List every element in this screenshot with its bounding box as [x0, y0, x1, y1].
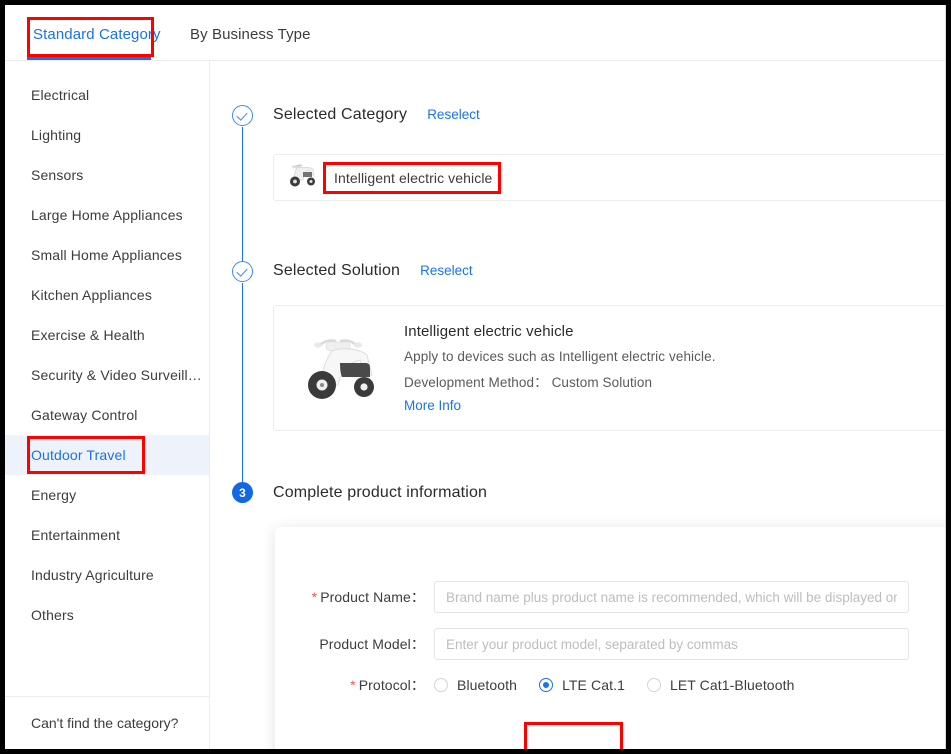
tab-standard-category[interactable]: Standard Category: [33, 25, 161, 45]
sidebar-item-large-home-appliances[interactable]: Large Home Appliances: [5, 195, 209, 235]
main-content: Selected Category Reselect Intelligent e…: [210, 61, 945, 749]
protocol-option-lte-cat1[interactable]: LTE Cat.1: [539, 677, 625, 693]
timeline-rail-2: [242, 283, 243, 483]
step-marker-complete-product: 3: [232, 482, 253, 503]
sidebar-item-outdoor-travel[interactable]: Outdoor Travel: [5, 435, 209, 475]
tab-by-business-type[interactable]: By Business Type: [190, 25, 311, 45]
sidebar-item-lighting[interactable]: Lighting: [5, 115, 209, 155]
sidebar-item-label: Gateway Control: [31, 407, 138, 423]
solution-details: Intelligent electric vehicle Apply to de…: [404, 323, 716, 413]
check-circle-icon: [232, 105, 253, 126]
sidebar-item-label: Large Home Appliances: [31, 207, 183, 223]
screenshot-root: Standard Category By Business Type Elect…: [0, 0, 951, 754]
cant-find-category-link[interactable]: Can't find the category?: [5, 696, 209, 749]
product-model-row: Product Model：: [275, 628, 909, 660]
sidebar-item-energy[interactable]: Energy: [5, 475, 209, 515]
protocol-option-label: Bluetooth: [457, 677, 518, 693]
protocol-option-let-cat1-bluetooth[interactable]: LET Cat1-Bluetooth: [646, 677, 795, 693]
reselect-solution-link[interactable]: Reselect: [420, 263, 473, 278]
sidebar-item-label: Exercise & Health: [31, 327, 145, 343]
selected-solution-header: Selected Solution Reselect: [273, 262, 473, 280]
protocol-row: * Protocol： Bluetooth LTE Cat.1 LET Cat1…: [275, 675, 816, 695]
sidebar-item-label: Kitchen Appliances: [31, 287, 153, 303]
complete-product-header: Complete product information: [273, 484, 487, 502]
step-number-badge: 3: [232, 482, 253, 503]
product-model-label: Product Model：: [275, 634, 425, 654]
timeline-rail-1: [242, 127, 243, 282]
product-information-form: *Product Name： Product Model： *Protocol：: [275, 527, 945, 749]
selected-solution-card: Intelligent electric vehicle Apply to de…: [273, 305, 945, 431]
step-marker-selected-category: [232, 105, 253, 126]
bottom-frame-bar: [0, 749, 951, 754]
protocol-label: * Protocol：: [275, 675, 425, 695]
required-asterisk-icon: *: [350, 677, 356, 693]
sidebar-item-label: Security & Video Surveill…: [31, 367, 202, 383]
selected-category-card[interactable]: Intelligent electric vehicle: [273, 154, 945, 201]
sidebar-item-kitchen-appliances[interactable]: Kitchen Appliances: [5, 275, 209, 315]
more-info-link[interactable]: More Info: [404, 398, 716, 413]
sidebar-item-label: Energy: [31, 487, 77, 503]
protocol-option-label: LET Cat1-Bluetooth: [669, 677, 795, 693]
required-asterisk-icon: *: [311, 589, 318, 605]
scooter-icon: [286, 161, 320, 194]
selected-category-name: Intelligent electric vehicle: [334, 169, 493, 186]
sidebar-item-others[interactable]: Others: [5, 595, 209, 635]
radio-unchecked-icon: [434, 678, 448, 692]
product-name-label-text: Product Name：: [320, 589, 425, 605]
protocol-option-label: LTE Cat.1: [562, 677, 625, 693]
solution-description: Apply to devices such as Intelligent ele…: [404, 349, 716, 364]
check-circle-icon: [232, 261, 253, 282]
sidebar-item-label: Others: [31, 607, 74, 623]
product-model-input[interactable]: [434, 628, 909, 660]
sidebar-item-label: Small Home Appliances: [31, 247, 182, 263]
sidebar-item-electrical[interactable]: Electrical: [5, 75, 209, 115]
sidebar-item-label: Outdoor Travel: [31, 447, 126, 463]
sidebar-item-security-video-surveillance[interactable]: Security & Video Surveill…: [5, 355, 209, 395]
sidebar-item-label: Industry Agriculture: [31, 567, 154, 583]
solution-name: Intelligent electric vehicle: [404, 323, 574, 340]
sidebar-item-label: Lighting: [31, 127, 82, 143]
sidebar-item-label: Entertainment: [31, 527, 121, 543]
complete-product-title: Complete product information: [273, 484, 488, 501]
product-model-label-text: Product Model：: [319, 636, 425, 652]
annotation-box-protocol-lte-cat1: [524, 722, 623, 749]
solution-development-method: Development Method： Custom Solution: [404, 375, 653, 390]
category-list: Electrical Lighting Sensors Large Home A…: [5, 61, 209, 635]
sidebar-item-label: Electrical: [31, 87, 90, 103]
page-body: Standard Category By Business Type Elect…: [5, 5, 946, 749]
product-name-input[interactable]: [434, 581, 909, 613]
sidebar-item-industry-agriculture[interactable]: Industry Agriculture: [5, 555, 209, 595]
step-marker-selected-solution: [232, 261, 253, 282]
selected-category-header: Selected Category Reselect: [273, 106, 480, 124]
selected-category-title: Selected Category: [273, 106, 408, 123]
scooter-icon: [296, 323, 382, 414]
tab-bar: Standard Category By Business Type: [5, 5, 945, 57]
protocol-option-bluetooth[interactable]: Bluetooth: [434, 677, 517, 693]
cant-find-category-label: Can't find the category?: [31, 715, 179, 731]
product-name-label: * Product Name：: [275, 587, 425, 607]
radio-checked-icon: [539, 678, 554, 692]
radio-unchecked-icon: [646, 678, 661, 692]
sidebar-item-entertainment[interactable]: Entertainment: [5, 515, 209, 555]
sidebar-item-sensors[interactable]: Sensors: [5, 155, 209, 195]
sidebar-item-gateway-control[interactable]: Gateway Control: [5, 395, 209, 435]
sidebar-item-exercise-health[interactable]: Exercise & Health: [5, 315, 209, 355]
protocol-label-text: Protocol：: [358, 677, 425, 693]
sidebar-item-label: Sensors: [31, 167, 84, 183]
selected-solution-title: Selected Solution: [273, 262, 401, 279]
reselect-category-link[interactable]: Reselect: [427, 107, 480, 122]
category-sidebar: Electrical Lighting Sensors Large Home A…: [5, 61, 210, 749]
protocol-radio-group: Bluetooth LTE Cat.1 LET Cat1-Bluetooth: [434, 677, 816, 693]
sidebar-item-small-home-appliances[interactable]: Small Home Appliances: [5, 235, 209, 275]
product-name-row: * Product Name：: [275, 581, 909, 613]
